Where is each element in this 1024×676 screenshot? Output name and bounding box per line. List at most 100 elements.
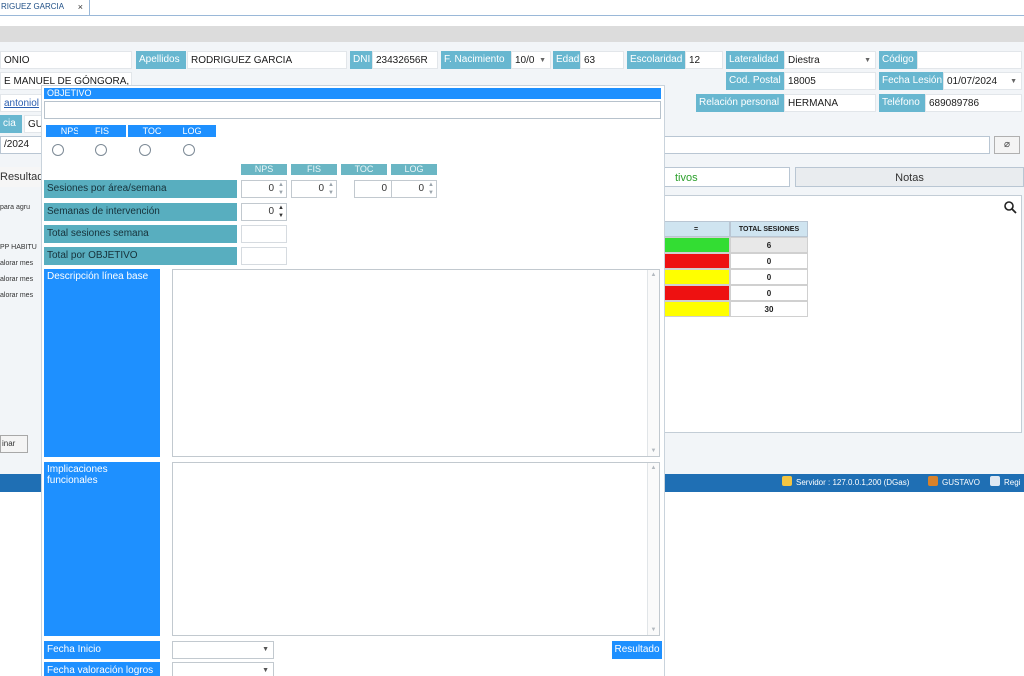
eliminar-button[interactable]: inar — [0, 435, 28, 453]
discipline-fis: FIS — [78, 125, 126, 137]
total-sesiones-cell[interactable]: 0 — [730, 269, 808, 285]
patient-document-tab[interactable]: RIGUEZ GARCIA × — [0, 0, 90, 15]
document-tab-bar — [0, 0, 1024, 16]
sesiones-toc-value: 0 — [381, 183, 387, 194]
scroll-up-icon[interactable]: ▲ — [648, 272, 659, 278]
relacion-label: Relación personal — [696, 94, 784, 112]
nacimiento-value: 10/0 — [515, 55, 535, 66]
stepper-arrows-icon[interactable]: ▲▼ — [278, 204, 284, 220]
dni-label: DNI — [350, 51, 372, 69]
nombre-field[interactable]: ONIO — [0, 51, 132, 69]
total-sesiones-cell[interactable]: 6 — [730, 237, 808, 253]
lateralidad-label: Lateralidad — [726, 51, 784, 69]
list-item[interactable]: alorar mes — [0, 272, 44, 288]
codigo-field[interactable] — [917, 51, 1022, 69]
server-text: Servidor : 127.0.0.1,200 (DGas) — [796, 478, 910, 487]
sesiones-nps-value: 0 — [268, 183, 274, 194]
discipline-log: LOG — [168, 125, 216, 137]
scroll-up-icon[interactable]: ▲ — [648, 465, 659, 471]
scroll-down-icon[interactable]: ▼ — [648, 448, 659, 454]
list-item[interactable]: alorar mes — [0, 256, 44, 272]
chevron-down-icon[interactable]: ▼ — [539, 52, 546, 68]
status-color-cell[interactable] — [662, 269, 730, 285]
scroll-down-icon[interactable]: ▼ — [648, 627, 659, 633]
total-sesiones-header[interactable]: TOTAL SESIONES — [730, 221, 808, 237]
fecha-lesion-value: 01/07/2024 — [947, 76, 998, 87]
cp-field[interactable]: 18005 — [784, 72, 876, 90]
email-link[interactable]: antoniol — [0, 94, 42, 112]
chevron-down-icon[interactable]: ▼ — [262, 667, 269, 674]
status-color-cell[interactable] — [662, 285, 730, 301]
status-color-cell[interactable] — [662, 253, 730, 269]
chevron-down-icon[interactable]: ▼ — [864, 52, 871, 68]
fecha-lesion-field[interactable]: 01/07/2024 ▼ — [943, 72, 1022, 90]
grid-column-header[interactable]: = — [662, 221, 730, 237]
server-status: Servidor : 127.0.0.1,200 (DGas) — [782, 474, 909, 492]
nacimiento-label: F. Nacimiento — [441, 51, 511, 69]
escolaridad-field[interactable]: 12 — [685, 51, 723, 69]
total-sesiones-cell[interactable]: 30 — [730, 301, 808, 317]
implicaciones-textarea[interactable]: ▲ ▼ — [172, 462, 660, 636]
stepper-arrows-icon[interactable]: ▲▼ — [328, 181, 334, 197]
tab-notas[interactable]: Notas — [795, 167, 1024, 187]
sesiones-log-value: 0 — [418, 183, 424, 194]
descripcion-textarea[interactable]: ▲ ▼ — [172, 269, 660, 457]
column-toc: TOC — [341, 164, 387, 175]
list-item[interactable]: PP HABITU — [0, 240, 44, 256]
total-sesiones-cell[interactable]: 0 — [730, 285, 808, 301]
radio-fis[interactable] — [95, 144, 107, 156]
relacion-field[interactable]: HERMANA — [784, 94, 876, 112]
stepper-arrows-icon[interactable]: ▲▼ — [428, 181, 434, 197]
total-objetivo-value — [241, 247, 287, 265]
sesiones-fis-value: 0 — [318, 183, 324, 194]
objetivo-input[interactable] — [44, 101, 661, 119]
escolaridad-label: Escolaridad — [627, 51, 685, 69]
status-color-cell[interactable] — [662, 237, 730, 253]
tab-objetivos[interactable]: tivos — [662, 167, 790, 187]
nacimiento-field[interactable]: 10/0 ▼ — [511, 51, 551, 69]
fecha-inicio-picker[interactable]: ▼ — [172, 641, 274, 659]
group-by-hint: para agru — [0, 204, 30, 211]
semanas-stepper[interactable]: 0 ▲ ▼ — [241, 203, 287, 221]
objetivo-dialog: OBJETIVO NPS FIS TOC LOG NPS FIS TOC LOG… — [42, 86, 664, 676]
lateralidad-field[interactable]: Diestra ▼ — [784, 51, 876, 69]
dialog-title: OBJETIVO — [44, 88, 661, 99]
codigo-label: Código — [879, 51, 917, 69]
chevron-down-icon[interactable]: ▼ — [1010, 73, 1017, 89]
semanas-value: 0 — [268, 206, 274, 217]
radio-toc[interactable] — [139, 144, 151, 156]
patient-tab-label: RIGUEZ GARCIA — [1, 2, 65, 11]
stepper-arrows-icon[interactable]: ▲▼ — [278, 181, 284, 197]
sesiones-label: Sesiones por área/semana — [44, 180, 237, 198]
cia-field[interactable]: GU — [24, 115, 42, 133]
chevron-down-icon[interactable]: ▼ — [262, 646, 269, 653]
column-log: LOG — [391, 164, 437, 175]
total-objetivo-label: Total por OBJETIVO — [44, 247, 237, 265]
resultado-button[interactable]: Resultado — [612, 641, 662, 659]
sesiones-log-stepper[interactable]: 0 ▲ ▼ — [391, 180, 437, 198]
sesiones-fis-stepper[interactable]: 0 ▲ ▼ — [291, 180, 337, 198]
edad-field[interactable]: 63 — [580, 51, 624, 69]
status-color-cell[interactable] — [662, 301, 730, 317]
tab-resultados[interactable]: Resultad — [0, 167, 44, 187]
semanas-label: Semanas de intervención — [44, 203, 237, 221]
radio-nps[interactable] — [52, 144, 64, 156]
edad-label: Edad — [553, 51, 580, 69]
register-status[interactable]: Regi — [990, 474, 1020, 492]
total-semana-label: Total sesiones semana — [44, 225, 237, 243]
telefono-field[interactable]: 689089786 — [925, 94, 1022, 112]
apellidos-field[interactable]: RODRIGUEZ GARCIA — [187, 51, 347, 69]
apellidos-label: Apellidos — [136, 51, 186, 69]
search-icon[interactable] — [1003, 200, 1017, 214]
attach-button[interactable]: ⌀ — [994, 136, 1020, 154]
descripcion-scrollbar[interactable]: ▲ ▼ — [647, 270, 659, 456]
radio-log[interactable] — [183, 144, 195, 156]
list-item[interactable]: alorar mes — [0, 288, 44, 304]
total-sesiones-cell[interactable]: 0 — [730, 253, 808, 269]
dni-field[interactable]: 23432656R — [372, 51, 438, 69]
implicaciones-scrollbar[interactable]: ▲ ▼ — [647, 463, 659, 635]
sesiones-nps-stepper[interactable]: 0 ▲ ▼ — [241, 180, 287, 198]
fecha-valoracion-picker[interactable]: ▼ — [172, 662, 274, 676]
close-icon[interactable]: × — [78, 0, 83, 14]
